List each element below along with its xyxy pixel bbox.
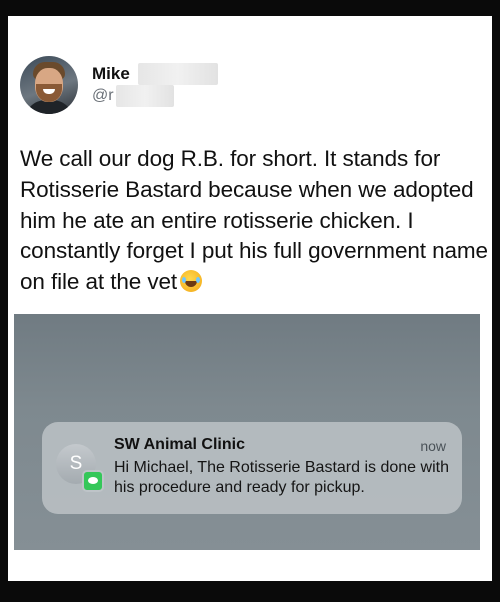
handle-row: @r bbox=[92, 85, 218, 107]
user-avatar[interactable] bbox=[20, 56, 78, 114]
tweet-card: Mike @r We call our dog R.B. for short. … bbox=[8, 16, 492, 581]
tweet-photo[interactable]: S SW Animal Clinic now Hi Michael, The R… bbox=[14, 314, 480, 550]
user-handle[interactable]: @r bbox=[92, 87, 114, 105]
tweet-header: Mike @r bbox=[20, 56, 218, 114]
display-name[interactable]: Mike bbox=[92, 64, 130, 84]
notification-time: now bbox=[420, 438, 446, 454]
avatar-shirt bbox=[24, 100, 74, 114]
redacted-handle-blur bbox=[115, 85, 174, 107]
messages-icon bbox=[82, 470, 104, 492]
redacted-surname-blur bbox=[137, 63, 218, 85]
tweet-text: We call our dog R.B. for short. It stand… bbox=[20, 144, 488, 298]
user-names: Mike @r bbox=[92, 63, 218, 107]
notification-banner[interactable]: S SW Animal Clinic now Hi Michael, The R… bbox=[42, 422, 462, 514]
tweet-body: We call our dog R.B. for short. It stand… bbox=[20, 146, 488, 295]
display-name-row: Mike bbox=[92, 63, 218, 85]
face-with-tears-of-joy-icon bbox=[180, 270, 203, 293]
notification-body: Hi Michael, The Rotisserie Bastard is do… bbox=[114, 459, 449, 496]
notification-title: SW Animal Clinic bbox=[114, 436, 245, 453]
